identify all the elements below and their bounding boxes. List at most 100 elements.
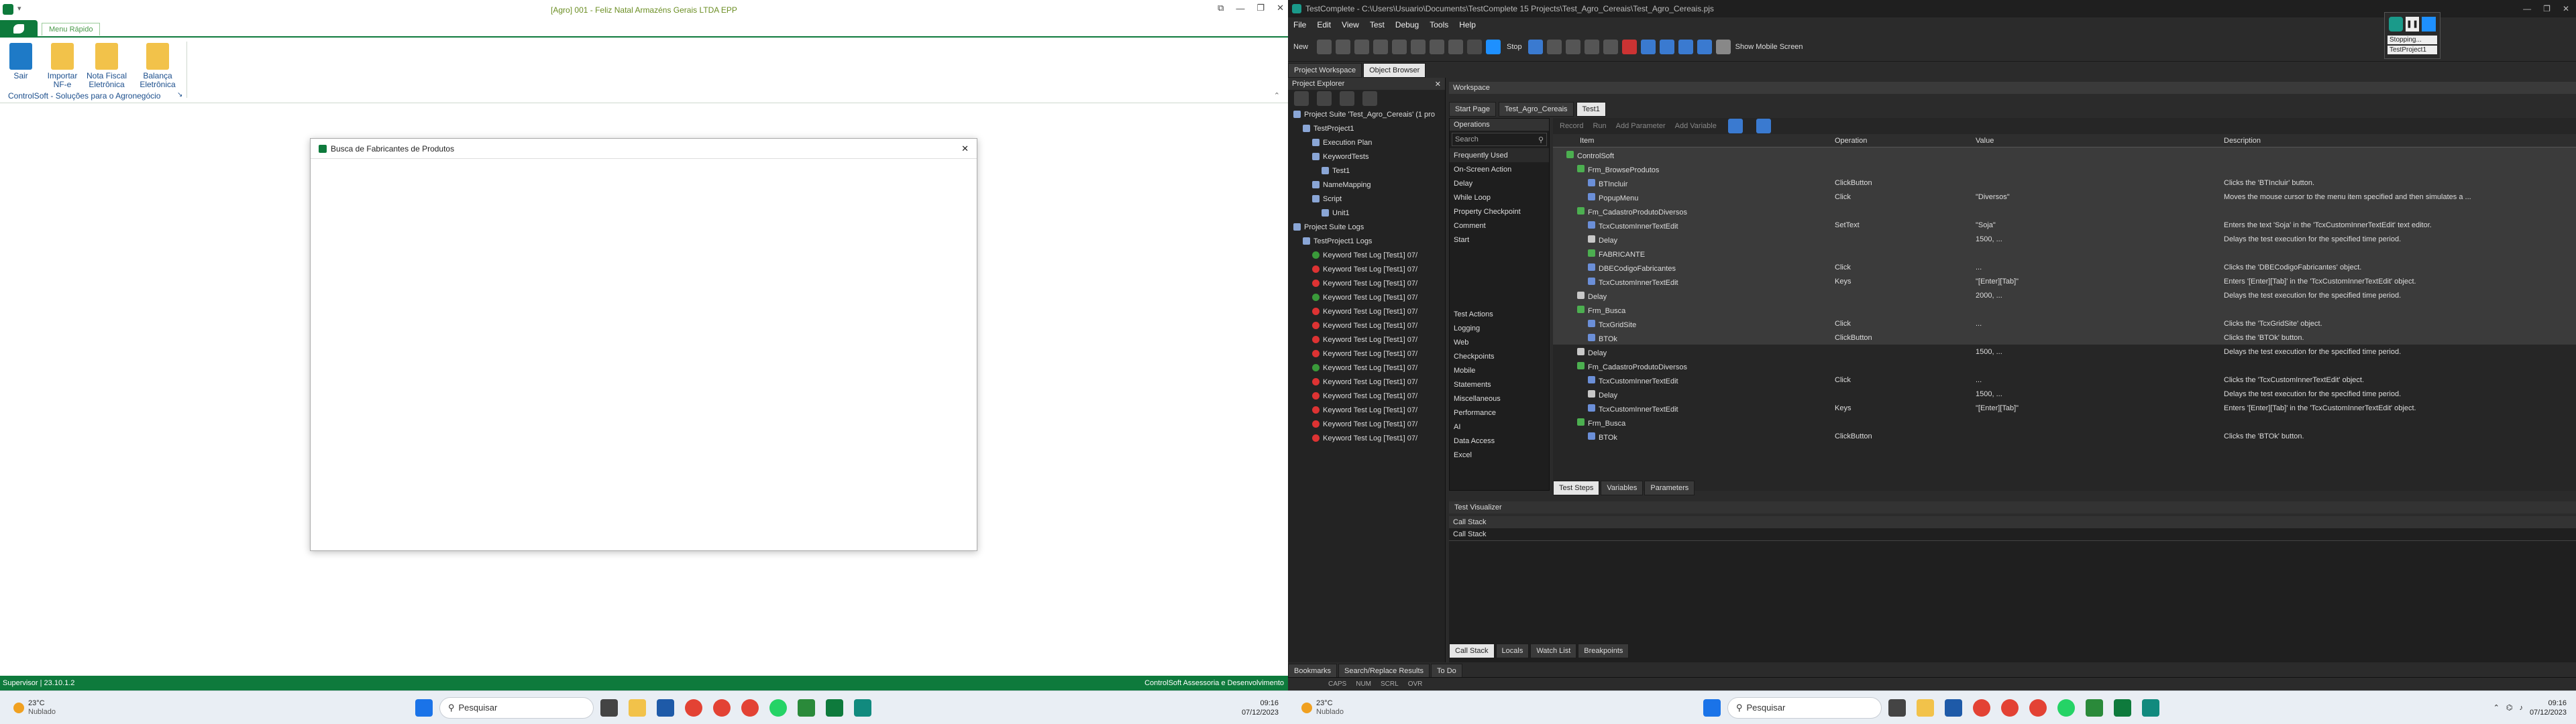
operation-category[interactable]: Performance — [1450, 406, 1549, 420]
tree-item[interactable]: Keyword Test Log [Test1] 07/ — [1288, 333, 1445, 347]
operation-category[interactable]: Test Actions — [1450, 307, 1549, 321]
tree-item[interactable]: Project Suite Logs — [1288, 220, 1445, 234]
weather-widget[interactable]: 23°C Nublado — [13, 699, 56, 717]
tab-start-page[interactable]: Start Page — [1449, 102, 1496, 117]
tree-item[interactable]: Keyword Test Log [Test1] 07/ — [1288, 431, 1445, 445]
test-step-row[interactable]: PopupMenu Click "Diversos" Moves the mouse … — [1553, 190, 2576, 204]
tree-item[interactable]: Unit1 — [1288, 206, 1445, 220]
tab-search-replace[interactable]: Search/Replace Results — [1338, 664, 1430, 678]
tab-variables[interactable]: Variables — [1601, 481, 1644, 495]
chrome-icon[interactable] — [1972, 699, 1990, 717]
menu-file[interactable]: File — [1293, 20, 1306, 29]
clock[interactable]: 09:16 07/12/2023 — [2530, 699, 2567, 717]
tree-item[interactable]: Keyword Test Log [Test1] 07/ — [1288, 290, 1445, 304]
app-icon[interactable] — [797, 699, 815, 717]
tab-test1[interactable]: Test1 — [1576, 102, 1606, 117]
test-step-row[interactable]: BTOk ClickButton Clicks the 'BTOk' button. — [1553, 330, 2576, 345]
new-button[interactable]: New — [1293, 43, 1308, 51]
tree-item[interactable]: Test1 — [1288, 164, 1445, 178]
tab-project-workspace[interactable]: Project Workspace — [1288, 63, 1362, 78]
test-step-row[interactable]: Delay 2000, ... Delays the test execution … — [1553, 288, 2576, 302]
app-icon[interactable] — [656, 699, 674, 717]
restore-button[interactable]: ❐ — [1256, 3, 1265, 13]
open-icon[interactable] — [1317, 39, 1332, 54]
taskbar-search[interactable]: ⚲ Pesquisar — [1727, 697, 1882, 719]
operation-item[interactable]: Delay — [1450, 176, 1549, 190]
toolbar-icon[interactable] — [1756, 119, 1771, 133]
test-step-row[interactable]: Frm_Busca — [1553, 415, 2576, 429]
tools-icon[interactable] — [1659, 39, 1674, 54]
menu-tools[interactable]: Tools — [1430, 20, 1448, 29]
tree-item[interactable]: Keyword Test Log [Test1] 07/ — [1288, 262, 1445, 276]
test-step-row[interactable]: TcxCustomInnerTextEdit SetText "Soja" Enter… — [1553, 218, 2576, 232]
chrome-icon[interactable] — [2000, 699, 2019, 717]
record-button[interactable]: Record — [1560, 122, 1583, 130]
restore-button[interactable]: ❐ — [2543, 4, 2551, 13]
operation-category[interactable]: Statements — [1450, 377, 1549, 391]
tree-item[interactable]: Keyword Test Log [Test1] 07/ — [1288, 304, 1445, 318]
cut-icon[interactable] — [1373, 39, 1389, 54]
test-step-row[interactable]: BTIncluir ClickButton Clicks the 'BTInclui… — [1553, 176, 2576, 190]
operations-search[interactable]: Search ⚲ — [1452, 133, 1547, 146]
tree-item[interactable]: Keyword Test Log [Test1] 07/ — [1288, 403, 1445, 417]
tab-call-stack[interactable]: Call Stack — [1449, 644, 1495, 658]
chrome-icon[interactable] — [2029, 699, 2047, 717]
operation-item[interactable]: Start — [1450, 233, 1549, 247]
mobile-icon[interactable] — [1715, 39, 1731, 54]
tree-item[interactable]: Execution Plan — [1288, 135, 1445, 149]
toolbar-icon[interactable] — [1340, 91, 1354, 106]
operation-item[interactable]: Property Checkpoint — [1450, 204, 1549, 219]
tree-item[interactable]: NameMapping — [1288, 178, 1445, 192]
chrome-icon[interactable] — [741, 699, 759, 717]
start-windows-icon[interactable] — [1703, 699, 1721, 717]
operation-category[interactable]: Data Access — [1450, 434, 1549, 448]
volume-icon[interactable]: ♪ — [2519, 704, 2523, 712]
ops-group-frequently-used[interactable]: Frequently Used — [1450, 148, 1549, 162]
tab-todo[interactable]: To Do — [1431, 664, 1462, 678]
chrome-icon[interactable] — [712, 699, 731, 717]
test-step-row[interactable]: FABRICANTE — [1553, 246, 2576, 260]
test-step-row[interactable]: TcxCustomInnerTextEdit Keys "[Enter][Tab]"… — [1553, 401, 2576, 415]
chevron-up-icon[interactable]: ⌃ — [2493, 703, 2500, 712]
minimize-button[interactable]: — — [2523, 4, 2531, 13]
undo-icon[interactable] — [1430, 39, 1445, 54]
start-windows-icon[interactable] — [415, 699, 433, 717]
test-visualizer-bar[interactable]: Test Visualizer — [1449, 501, 2576, 514]
test-step-row[interactable]: ControlSoft — [1553, 147, 2576, 162]
testcomplete-icon[interactable] — [853, 699, 871, 717]
tab-bookmarks[interactable]: Bookmarks — [1288, 664, 1338, 678]
test-step-row[interactable]: TcxCustomInnerTextEdit Keys "[Enter][Tab]"… — [1553, 274, 2576, 288]
taskbar-search[interactable]: ⚲ Pesquisar — [439, 697, 594, 719]
tree-item[interactable]: Keyword Test Log [Test1] 07/ — [1288, 417, 1445, 431]
step-out-icon[interactable] — [1603, 39, 1618, 54]
copy-icon[interactable] — [1392, 39, 1407, 54]
help-icon[interactable]: ⧉ — [1218, 3, 1224, 13]
whatsapp-icon[interactable] — [769, 699, 787, 717]
toolbar-icon[interactable] — [1317, 91, 1332, 106]
tree-item[interactable]: TestProject1 Logs — [1288, 234, 1445, 248]
menu-edit[interactable]: Edit — [1317, 20, 1331, 29]
minimize-button[interactable]: — — [1236, 3, 1244, 13]
app-icon[interactable] — [2085, 699, 2103, 717]
test-step-row[interactable]: Frm_Busca — [1553, 302, 2576, 316]
test-step-row[interactable]: TcxCustomInnerTextEdit Click... Clicks the… — [1553, 373, 2576, 387]
save-all-icon[interactable] — [1354, 39, 1370, 54]
tree-item[interactable]: TestProject1 — [1288, 121, 1445, 135]
test-step-row[interactable]: Frm_BrowseProdutos — [1553, 162, 2576, 176]
show-mobile-screen-button[interactable]: Show Mobile Screen — [1735, 43, 1803, 51]
menu-view[interactable]: View — [1342, 20, 1359, 29]
add-parameter-button[interactable]: Add Parameter — [1616, 122, 1666, 130]
operation-item[interactable]: While Loop — [1450, 190, 1549, 204]
step-icon[interactable] — [1565, 39, 1580, 54]
menu-test[interactable]: Test — [1370, 20, 1385, 29]
tab-menu-rapido[interactable]: Menu Rápido — [42, 23, 101, 36]
toolbar-icon[interactable] — [1727, 119, 1743, 133]
test-step-row[interactable]: TcxGridSite Click... Clicks the 'TcxGridSi… — [1553, 316, 2576, 330]
file-explorer-icon[interactable] — [1916, 699, 1934, 717]
tree-item[interactable]: Keyword Test Log [Test1] 07/ — [1288, 248, 1445, 262]
file-explorer-icon[interactable] — [628, 699, 646, 717]
operation-item[interactable]: On-Screen Action — [1450, 162, 1549, 176]
test-step-row[interactable]: Delay 1500, ... Delays the test execution … — [1553, 232, 2576, 246]
close-icon[interactable]: ✕ — [1435, 80, 1441, 88]
ribbon-importar-button[interactable]: Importar NF-e — [42, 43, 83, 97]
